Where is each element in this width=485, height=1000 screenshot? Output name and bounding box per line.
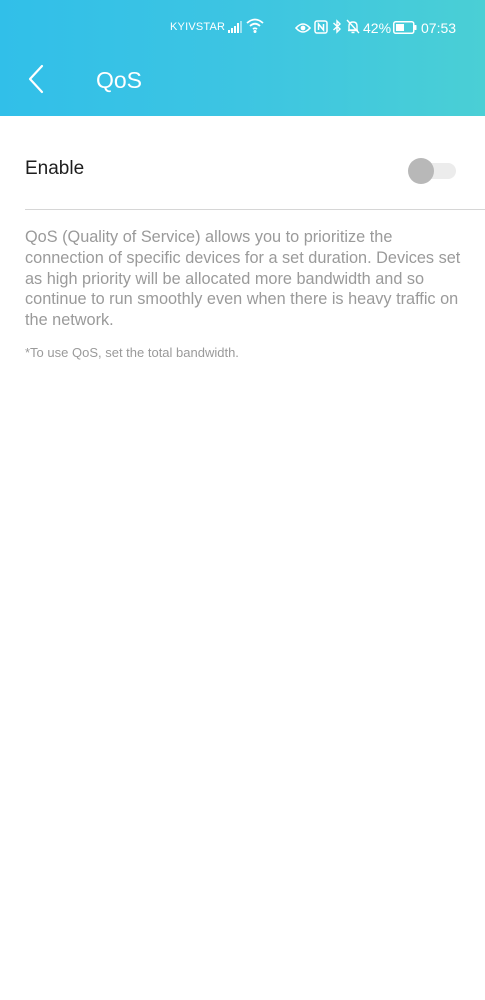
clock: 07:53 (421, 20, 457, 36)
carrier-name: KYIVSTAR (170, 21, 226, 33)
toolbar: QoS (0, 46, 485, 116)
bell-off-icon (346, 19, 360, 39)
back-button[interactable] (18, 60, 54, 102)
toggle-thumb (408, 158, 434, 184)
chevron-left-icon (27, 64, 45, 99)
enable-label: Enable (25, 158, 85, 179)
enable-row: Enable (25, 128, 485, 210)
signal-icon (228, 20, 242, 38)
page-title: QoS (96, 67, 143, 93)
nfc-icon (314, 20, 328, 39)
battery-icon (393, 21, 417, 39)
bandwidth-note: *To use QoS, set the total bandwidth. (25, 345, 239, 360)
status-bar: KYIVSTAR 42% 07:53 (0, 0, 485, 46)
bluetooth-icon (332, 19, 342, 39)
wifi-icon (246, 18, 264, 39)
app-header: KYIVSTAR 42% 07:53 QoS (0, 0, 485, 116)
eye-icon (294, 21, 312, 39)
enable-toggle[interactable] (408, 156, 456, 184)
battery-percent: 42% (363, 20, 392, 36)
qos-description: QoS (Quality of Service) allows you to p… (25, 228, 461, 330)
